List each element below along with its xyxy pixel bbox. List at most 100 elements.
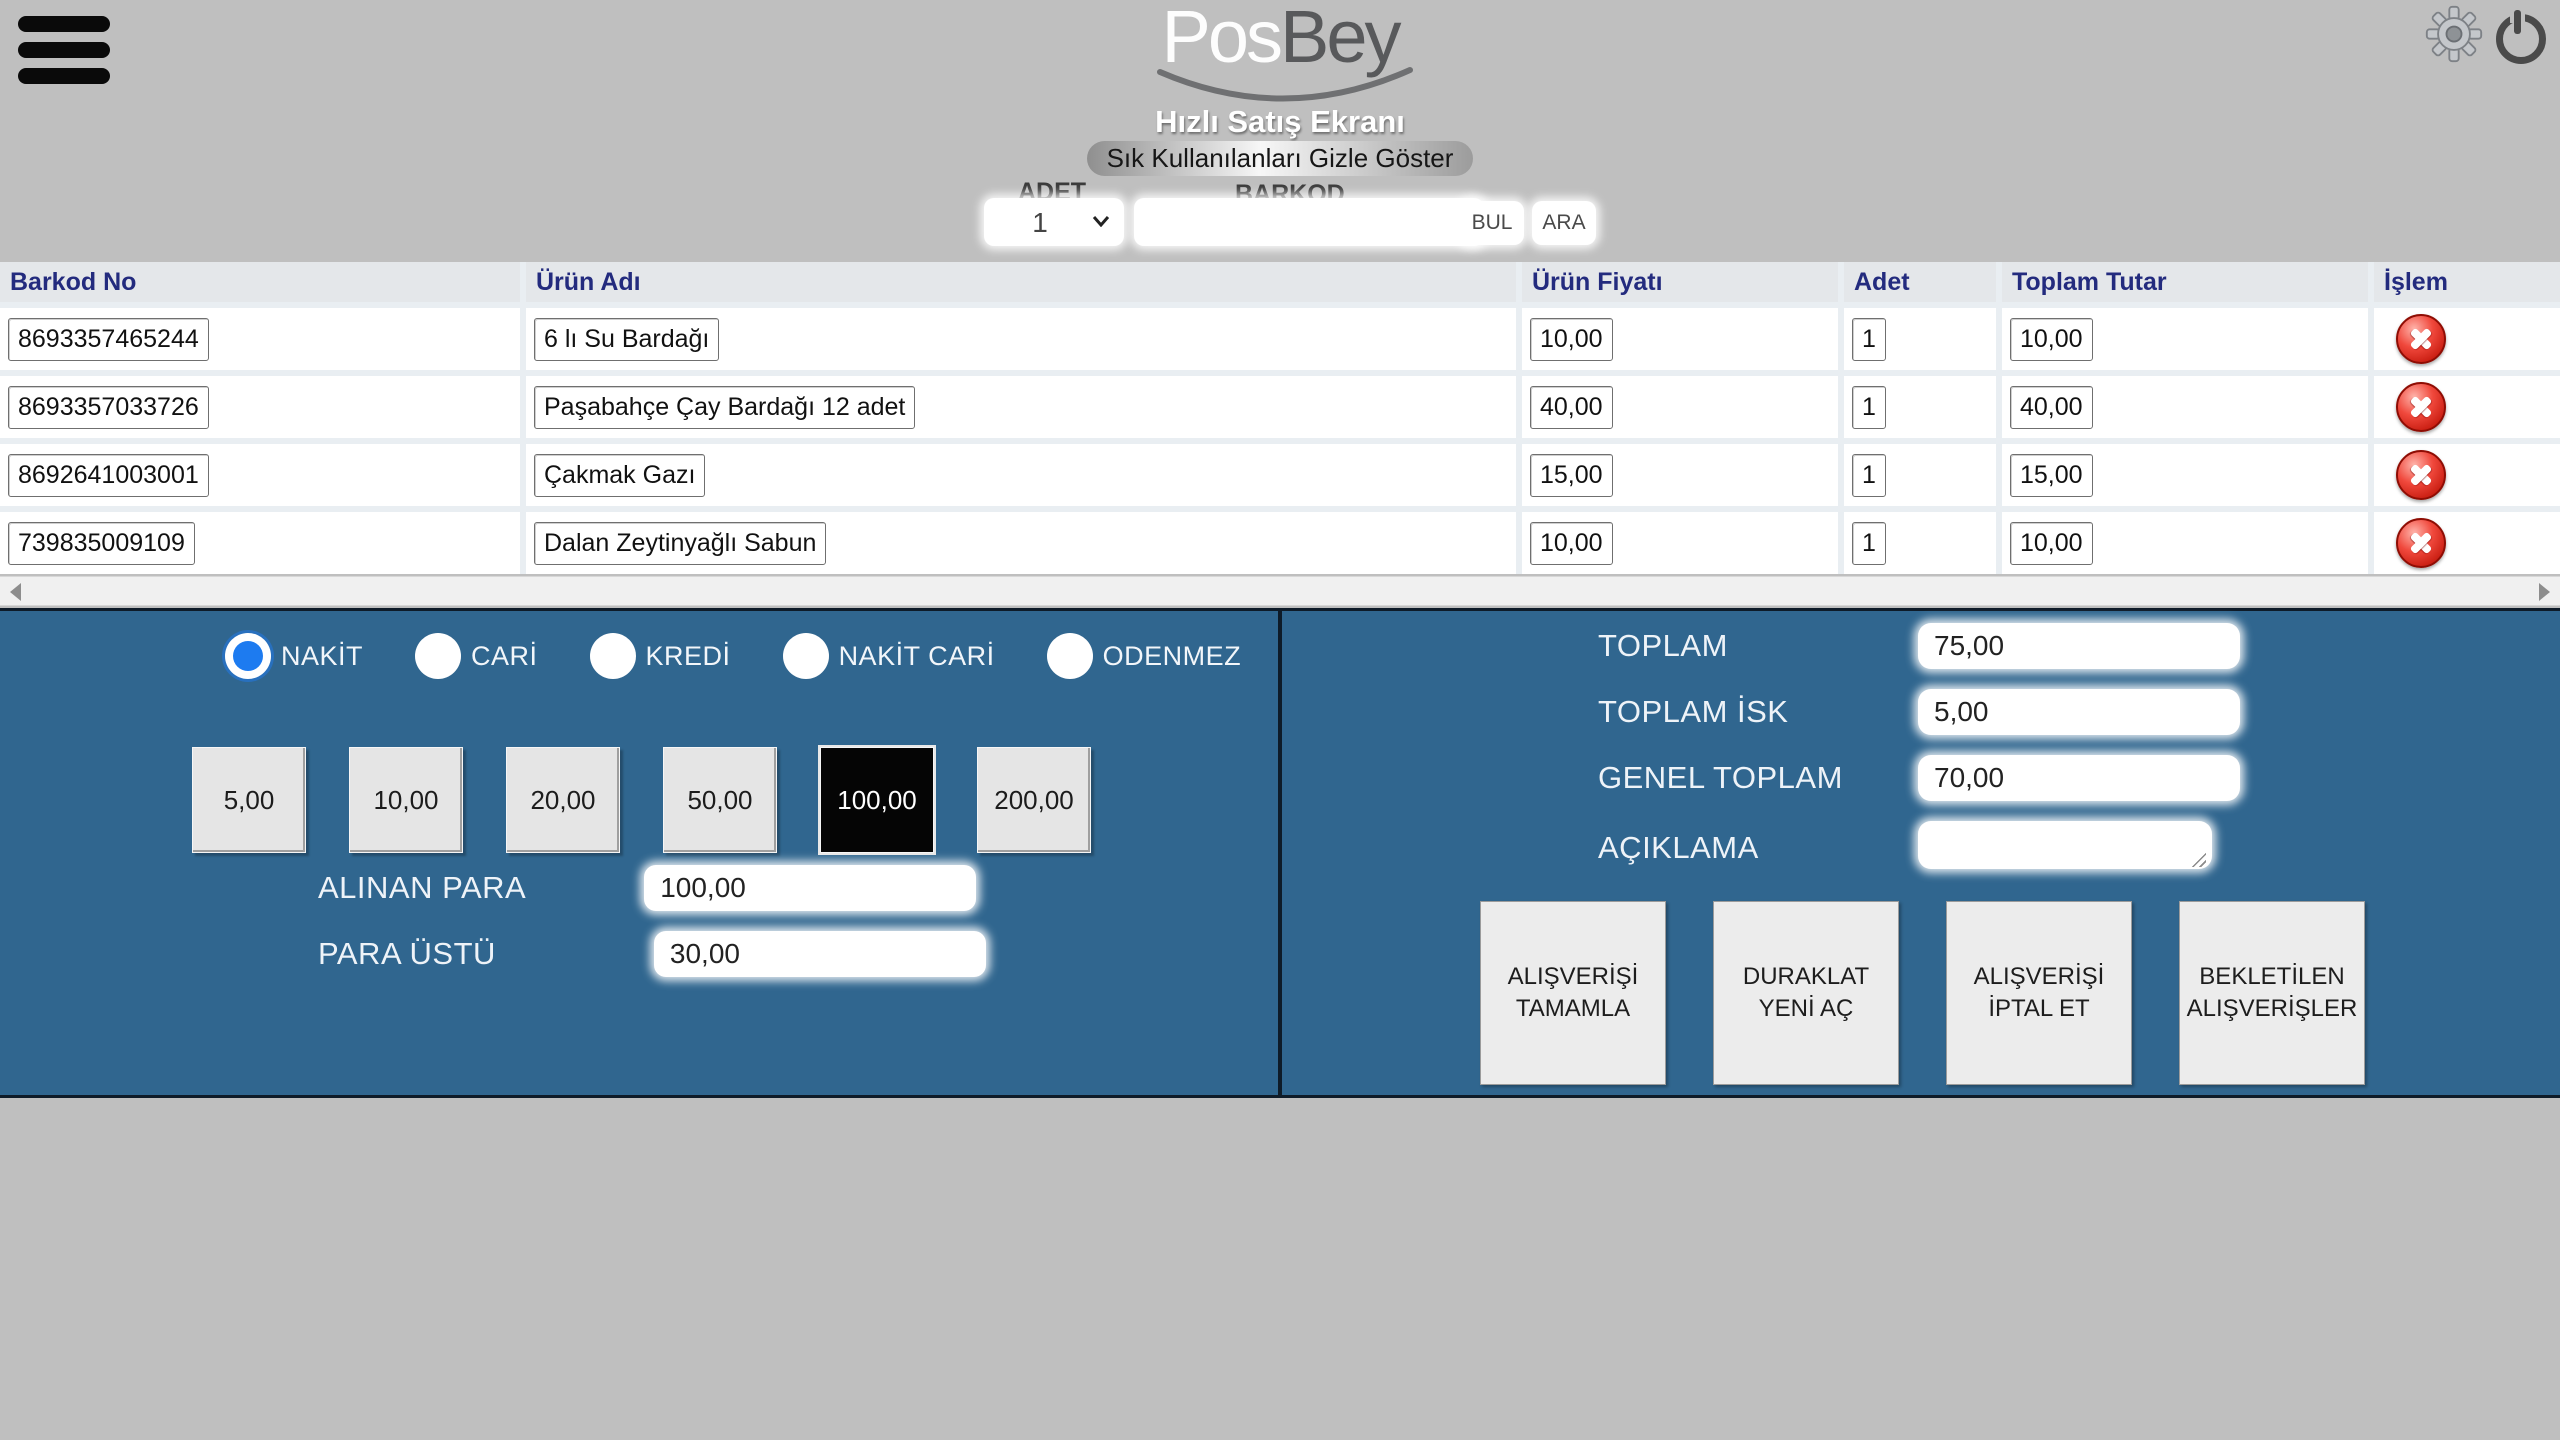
qty-input[interactable]: 1 — [1852, 454, 1886, 497]
horizontal-scrollbar[interactable] — [0, 576, 2560, 606]
denomination-button-100[interactable]: 100,00 — [820, 747, 934, 853]
scroll-right-icon[interactable] — [2539, 583, 2550, 601]
product-name-input[interactable]: 6 lı Su Bardağı — [534, 318, 719, 361]
denomination-button-5[interactable]: 5,00 — [192, 747, 306, 853]
denomination-button-20[interactable]: 20,00 — [506, 747, 620, 853]
payment-method-nakit-cari[interactable]: NAKİT CARİ — [783, 633, 995, 679]
radio-nakit[interactable] — [225, 633, 271, 679]
payment-method-label: ODENMEZ — [1103, 641, 1242, 672]
table-row-cell — [2374, 444, 2560, 506]
price-input[interactable]: 40,00 — [1530, 386, 1613, 429]
genel-toplam-input[interactable] — [1918, 755, 2240, 801]
table-row-cell: 739835009109 — [0, 512, 520, 574]
payment-method-label: NAKİT — [281, 641, 363, 672]
alinan-para-input[interactable] — [644, 865, 976, 911]
price-input[interactable]: 10,00 — [1530, 318, 1613, 361]
payment-method-cari[interactable]: CARİ — [415, 633, 538, 679]
payment-panel: NAKİT CARİ KREDİ NAKİT CARİ ODENMEZ 5,00… — [0, 611, 1278, 1095]
payment-method-label: CARİ — [471, 641, 538, 672]
payment-method-label: NAKİT CARİ — [839, 641, 995, 672]
table-row-cell: Dalan Zeytinyağlı Sabun — [526, 512, 1516, 574]
denomination-button-50[interactable]: 50,00 — [663, 747, 777, 853]
table-row-cell: 40,00 — [2002, 376, 2368, 438]
alinan-para-label: ALINAN PARA — [318, 870, 526, 906]
col-header-urun-adi: Ürün Adı — [526, 262, 1516, 302]
table-row-cell: 8693357033726 — [0, 376, 520, 438]
payment-method-label: KREDİ — [646, 641, 731, 672]
radio-cari[interactable] — [415, 633, 461, 679]
page-title: Hızlı Satış Ekranı — [0, 104, 2560, 140]
delete-row-icon[interactable] — [2396, 518, 2446, 568]
price-input[interactable]: 10,00 — [1530, 522, 1613, 565]
product-name-input[interactable]: Dalan Zeytinyağlı Sabun — [534, 522, 826, 565]
qty-input[interactable]: 1 — [1852, 318, 1886, 361]
toplam-input[interactable] — [1918, 623, 2240, 669]
radio-odenmez[interactable] — [1047, 633, 1093, 679]
table-row-cell: 10,00 — [2002, 308, 2368, 370]
table-row-cell: 10,00 — [1522, 308, 1838, 370]
total-input[interactable]: 10,00 — [2010, 522, 2093, 565]
para-ustu-input[interactable] — [654, 931, 986, 977]
barcode-input[interactable]: 8693357033726 — [8, 386, 209, 429]
para-ustu-label: PARA ÜSTÜ — [318, 936, 496, 972]
table-row-cell — [2374, 308, 2560, 370]
duraklat-yeni-ac-button[interactable]: DURAKLAT YENİ AÇ — [1713, 901, 1899, 1085]
barcode-input[interactable]: 739835009109 — [8, 522, 195, 565]
table-row-cell: 15,00 — [2002, 444, 2368, 506]
table-row-cell: 1 — [1844, 376, 1996, 438]
product-name-input[interactable]: Çakmak Gazı — [534, 454, 705, 497]
table-row-cell: 40,00 — [1522, 376, 1838, 438]
favorites-toggle-button[interactable]: Sık Kullanılanları Gizle Göster — [1087, 141, 1474, 176]
ara-button[interactable]: ARA — [1532, 201, 1596, 245]
delete-row-icon[interactable] — [2396, 314, 2446, 364]
scroll-left-icon[interactable] — [10, 583, 21, 601]
table-row-cell — [2374, 512, 2560, 574]
delete-row-icon[interactable] — [2396, 382, 2446, 432]
table-row-cell: 1 — [1844, 308, 1996, 370]
bul-button[interactable]: BUL — [1460, 201, 1524, 245]
table-row-cell: 6 lı Su Bardağı — [526, 308, 1516, 370]
denomination-button-200[interactable]: 200,00 — [977, 747, 1091, 853]
toplam-label: TOPLAM — [1598, 628, 1918, 664]
denomination-button-10[interactable]: 10,00 — [349, 747, 463, 853]
alisverisi-tamamla-button[interactable]: ALIŞVERİŞİ TAMAMLA — [1480, 901, 1666, 1085]
qty-input[interactable]: 1 — [1852, 522, 1886, 565]
alisverisi-iptal-et-button[interactable]: ALIŞVERİŞİ İPTAL ET — [1946, 901, 2132, 1085]
favorites-toggle-container: Sık Kullanılanları Gizle Göster — [0, 141, 2560, 176]
posbey-logo: PosBey — [0, 0, 2560, 74]
payment-method-odenmez[interactable]: ODENMEZ — [1047, 633, 1242, 679]
radio-kredi[interactable] — [590, 633, 636, 679]
table-row-cell: 10,00 — [2002, 512, 2368, 574]
adet-select-wrap: 1 — [984, 198, 1124, 246]
action-button-group: ALIŞVERİŞİ TAMAMLA DURAKLAT YENİ AÇ ALIŞ… — [1480, 901, 2365, 1085]
col-header-adet: Adet — [1844, 262, 1996, 302]
summary-panel: TOPLAM TOPLAM İSK GENEL TOPLAM AÇIKLAMA … — [1282, 611, 2560, 1095]
col-header-barkod-no: Barkod No — [0, 262, 520, 302]
adet-select[interactable]: 1 — [984, 198, 1124, 246]
product-table: Barkod No Ürün Adı Ürün Fiyatı Adet Topl… — [0, 262, 2560, 574]
total-input[interactable]: 15,00 — [2010, 454, 2093, 497]
price-input[interactable]: 15,00 — [1530, 454, 1613, 497]
product-name-input[interactable]: Paşabahçe Çay Bardağı 12 adet — [534, 386, 915, 429]
table-row-cell: Paşabahçe Çay Bardağı 12 adet — [526, 376, 1516, 438]
radio-nakit-cari[interactable] — [783, 633, 829, 679]
toplam-isk-label: TOPLAM İSK — [1598, 694, 1918, 730]
payment-method-nakit[interactable]: NAKİT — [225, 633, 363, 679]
payment-method-kredi[interactable]: KREDİ — [590, 633, 731, 679]
toplam-isk-input[interactable] — [1918, 689, 2240, 735]
barcode-input[interactable]: 8692641003001 — [8, 454, 209, 497]
total-input[interactable]: 40,00 — [2010, 386, 2093, 429]
total-input[interactable]: 10,00 — [2010, 318, 2093, 361]
table-row-cell: 15,00 — [1522, 444, 1838, 506]
col-header-islem: İşlem — [2374, 262, 2560, 302]
barcode-input[interactable]: 8693357465244 — [8, 318, 209, 361]
barkod-input[interactable] — [1134, 198, 1484, 246]
aciklama-textarea[interactable] — [1918, 821, 2212, 869]
delete-row-icon[interactable] — [2396, 450, 2446, 500]
bekletilen-alisverisler-button[interactable]: BEKLETİLEN ALIŞVERİŞLER — [2179, 901, 2365, 1085]
table-row-cell: 1 — [1844, 512, 1996, 574]
table-row-cell: Çakmak Gazı — [526, 444, 1516, 506]
table-row-cell: 10,00 — [1522, 512, 1838, 574]
aciklama-label: AÇIKLAMA — [1598, 830, 1918, 866]
qty-input[interactable]: 1 — [1852, 386, 1886, 429]
